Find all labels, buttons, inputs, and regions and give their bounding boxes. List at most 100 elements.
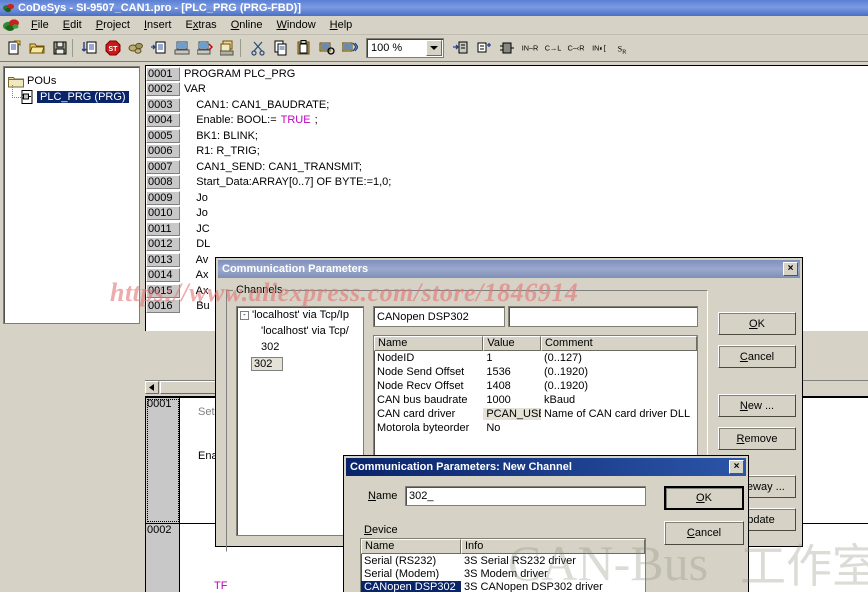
code-line: 0004 Enable: BOOL:= TRUE; [146,113,868,129]
table-row[interactable]: Motorola byteorder No [374,421,697,435]
zoom-combo[interactable]: 100 % [366,38,444,58]
pou-tree-panel[interactable]: POUs PLC_PRG (PRG) [3,66,140,324]
param-value[interactable]: 1536 [483,366,541,378]
table-row[interactable]: CAN bus baudrate 1000 kBaud [374,393,697,407]
dialog-title-text: Communication Parameters [222,263,369,275]
svg-text:C–‹R: C–‹R [568,44,585,53]
ok-button[interactable]: OK [718,312,796,335]
cut-scissors-icon[interactable] [247,37,269,59]
logout-icon[interactable] [194,37,216,59]
line-number: 0001 [146,66,180,81]
debug-icon[interactable] [125,37,147,59]
remove-button[interactable]: Remove [718,427,796,450]
channel-name-input[interactable]: 302_ [405,486,646,506]
channel-name-field-2[interactable] [508,306,698,327]
channel-tree-row-editing[interactable]: 302 [237,355,363,373]
ok-button[interactable]: OK [664,486,744,510]
login-icon[interactable] [171,37,193,59]
dialog-titlebar[interactable]: Communication Parameters: New Channel × [346,458,746,476]
set-reset-icon[interactable]: SR [611,37,633,59]
param-value[interactable]: 1 [483,352,541,364]
network-number[interactable]: 0001 [146,398,180,523]
cancel-button[interactable]: Cancel [664,521,744,545]
output-icon[interactable]: IN◐[ [588,37,610,59]
table-row[interactable]: CAN card driver PCAN_USB Name of CAN car… [374,407,697,421]
copy-icon[interactable] [270,37,292,59]
find-icon[interactable] [316,37,338,59]
right-assign-icon[interactable]: C–‹R [565,37,587,59]
code-line: 0007 CAN1_SEND: CAN1_TRANSMIT; [146,159,868,175]
step-icon[interactable] [148,37,170,59]
line-number: 0009 [146,190,180,205]
code-line: 0005 BK1: BLINK; [146,128,868,144]
download-icon[interactable] [217,37,239,59]
column-header-comment[interactable]: Comment [540,336,697,351]
code-text: CAN1_SEND: CAN1_TRANSMIT; [184,160,362,173]
channel-label-edit[interactable]: 302 [251,357,284,371]
line-number: 0015 [146,283,180,298]
channel-name-field[interactable]: CANopen DSP302 [373,306,505,327]
input-icon[interactable]: IN–R [519,37,541,59]
param-value[interactable]: No [483,422,541,434]
device-table-header: Name Info [361,539,645,554]
dialog-titlebar[interactable]: Communication Parameters × [218,260,800,278]
menu-item-online[interactable]: Online [224,17,270,33]
code-line: 0003 CAN1: CAN1_BAUDRATE; [146,97,868,113]
column-header-name[interactable]: Name [374,336,484,351]
left-assign-icon[interactable]: C→L [542,37,564,59]
line-number: 0005 [146,128,180,143]
menu-item-edit[interactable]: Edit [56,17,89,33]
device-list[interactable]: Name Info Serial (RS232) 3S Serial RS232… [360,538,646,592]
channel-tree-row[interactable]: 302 [237,339,363,355]
scroll-left-arrow-icon[interactable] [145,381,159,394]
menu-item-insert[interactable]: Insert [137,17,179,33]
menu-item-window[interactable]: Window [270,17,323,33]
menu-item-file[interactable]: File [24,17,56,33]
function-block-icon[interactable] [496,37,518,59]
tree-expander-icon[interactable]: - [240,310,249,320]
column-header-info[interactable]: Info [461,539,645,554]
tree-item-plc-prg[interactable]: PLC_PRG (PRG) [8,85,135,105]
insert-network-icon[interactable] [450,37,472,59]
new-button[interactable]: New ... [718,394,796,417]
column-header-value[interactable]: Value [483,336,541,351]
menu-item-project[interactable]: Project [89,17,137,33]
close-icon[interactable]: × [729,460,744,474]
menu-item-extras[interactable]: Extras [179,17,224,33]
device-row[interactable]: CANopen DSP302 3S CANopen DSP302 driver [361,580,645,592]
line-number: 0008 [146,175,180,190]
tree-root-pous[interactable]: POUs [8,73,135,89]
param-name: Node Recv Offset [377,380,464,392]
network-number[interactable]: 0002 [146,524,180,592]
device-row[interactable]: Serial (RS232) 3S Serial RS232 driver [361,554,645,567]
new-channel-dialog[interactable]: Communication Parameters: New Channel × … [343,455,749,592]
code-text: R1: R_TRIG; [184,145,260,158]
table-row[interactable]: Node Send Offset 1536 (0..1920) [374,365,697,379]
table-row[interactable]: NodeID 1 (0..127) [374,351,697,365]
param-value[interactable]: 1000 [483,394,541,406]
stop-icon[interactable]: ST [102,37,124,59]
find-next-icon[interactable] [339,37,361,59]
channel-tree-row[interactable]: - 'localhost' via Tcp/Ip [237,307,363,323]
save-disk-icon[interactable] [49,37,71,59]
menu-item-help[interactable]: Help [323,17,360,33]
close-icon[interactable]: × [783,262,798,276]
compile-icon[interactable] [79,37,101,59]
paste-icon[interactable] [293,37,315,59]
table-row[interactable]: Node Recv Offset 1408 (0..1920) [374,379,697,393]
param-value[interactable]: PCAN_USB [483,408,541,420]
param-value[interactable]: 1408 [483,380,541,392]
chevron-down-icon[interactable] [426,40,442,56]
new-file-icon[interactable] [3,37,25,59]
column-header-name[interactable]: Name [361,539,461,554]
code-line: 0011 JC [146,221,868,237]
open-folder-icon[interactable] [26,37,48,59]
device-row[interactable]: Serial (Modem) 3S Modem driver [361,567,645,580]
cancel-button[interactable]: Cancel [718,345,796,368]
code-text: JC [184,222,210,235]
tree-item-label: PLC_PRG (PRG) [37,91,129,103]
insert-box-icon[interactable] [473,37,495,59]
code-line: 0009 Jo [146,190,868,206]
channel-tree-row[interactable]: 'localhost' via Tcp/ [237,323,363,339]
param-name: CAN card driver [377,408,456,420]
